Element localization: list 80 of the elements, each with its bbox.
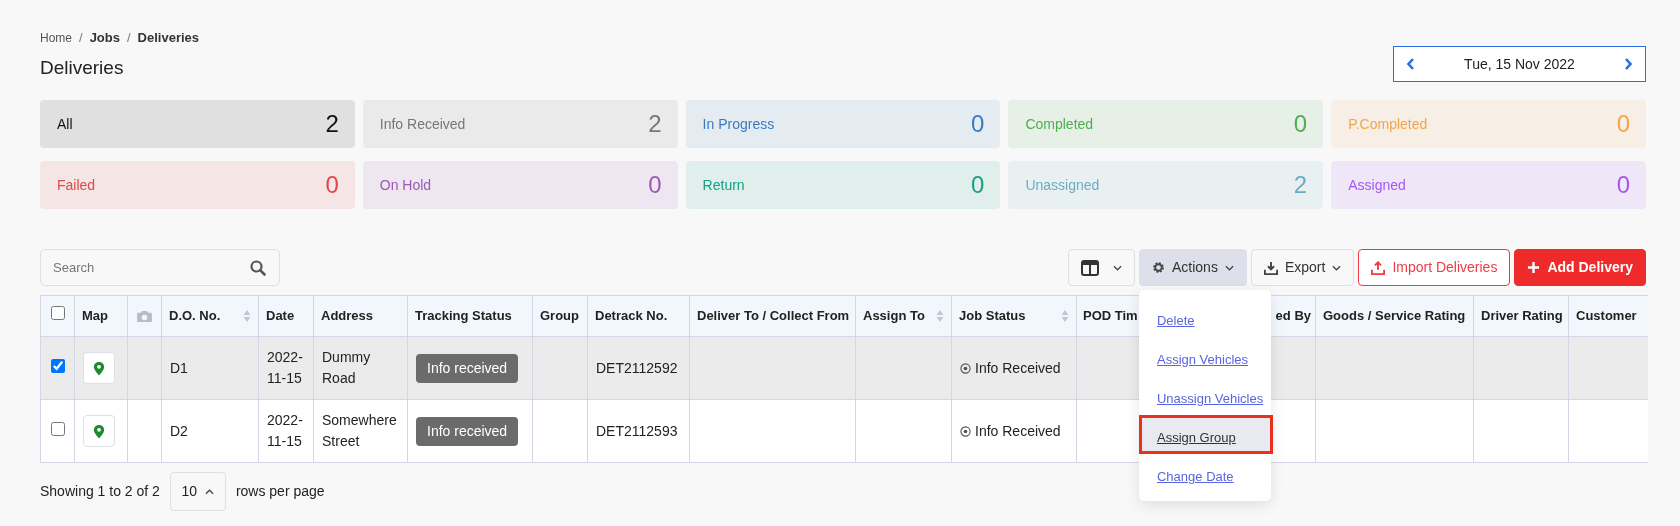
page-title: Deliveries bbox=[40, 55, 125, 80]
status-count: 0 bbox=[325, 173, 339, 197]
menu-item[interactable]: Assign Vehicles bbox=[1139, 337, 1273, 376]
job-status-text: Info Received bbox=[975, 421, 1061, 441]
status-label: Unassigned bbox=[1025, 175, 1100, 195]
columns-icon bbox=[1081, 259, 1099, 276]
status-label: Completed bbox=[1025, 114, 1094, 134]
caret-icon bbox=[1332, 264, 1342, 271]
status-label: Info Received bbox=[379, 114, 466, 134]
menu-item[interactable]: Change Date bbox=[1139, 454, 1273, 493]
breadcrumb-link[interactable]: Home bbox=[40, 28, 72, 47]
status-count: 2 bbox=[1293, 173, 1308, 197]
caret-icon bbox=[1224, 264, 1234, 271]
table-cell: Dummy Road bbox=[322, 349, 371, 386]
status-count: 2 bbox=[648, 112, 662, 136]
tracking-status-badge: Info received bbox=[416, 353, 519, 383]
map-button[interactable] bbox=[83, 352, 115, 384]
table-cell: D1 bbox=[170, 359, 188, 376]
column-header[interactable]: ed By bbox=[1275, 306, 1311, 326]
breadcrumb-link[interactable]: Jobs bbox=[89, 28, 120, 48]
actions-button[interactable]: Actions bbox=[1139, 249, 1247, 286]
status-count: 0 bbox=[1293, 112, 1308, 136]
tracking-status-badge: Info received bbox=[416, 416, 519, 446]
row-checkbox[interactable] bbox=[50, 421, 65, 436]
caret-icon bbox=[1113, 264, 1122, 271]
caret-icon bbox=[205, 488, 215, 495]
table-cell: D2 bbox=[170, 422, 188, 439]
gear-icon bbox=[1152, 261, 1165, 274]
table-cell: Somewhere Street bbox=[322, 412, 397, 449]
import-button[interactable]: Import Deliveries bbox=[1358, 249, 1511, 286]
status-count: 2 bbox=[325, 112, 339, 136]
date-label: Tue, 15 Nov 2022 bbox=[1464, 54, 1575, 74]
search-icon bbox=[250, 260, 266, 276]
table-cell: 2022-11-15 bbox=[267, 412, 303, 449]
menu-item[interactable]: Assign Group bbox=[1139, 415, 1273, 454]
download-icon bbox=[1263, 260, 1278, 275]
radio-dot-icon bbox=[960, 362, 971, 374]
export-button[interactable]: Export bbox=[1250, 249, 1355, 286]
rows-per-page-label: rows per page bbox=[235, 482, 325, 501]
status-label: On Hold bbox=[379, 175, 432, 195]
next-icon[interactable] bbox=[1623, 57, 1633, 71]
map-pin-icon bbox=[93, 360, 105, 376]
status-label: P.Completed bbox=[1348, 114, 1428, 134]
select-all-checkbox[interactable] bbox=[50, 306, 65, 321]
radio-dot-icon bbox=[960, 425, 971, 437]
camera-icon bbox=[136, 309, 153, 323]
status-count: 0 bbox=[1616, 173, 1630, 197]
status-count: 0 bbox=[971, 112, 985, 136]
status-label: In Progress bbox=[702, 114, 775, 134]
status-card[interactable]: On Hold 0 bbox=[362, 161, 678, 209]
search-field[interactable]: Search bbox=[40, 249, 280, 286]
table-cell: DET2112592 bbox=[596, 359, 678, 376]
menu-item[interactable]: Unassign Vehicles bbox=[1139, 376, 1273, 415]
status-count: 0 bbox=[648, 173, 662, 197]
menu-item[interactable]: Delete bbox=[1139, 298, 1273, 337]
map-button[interactable] bbox=[83, 415, 115, 447]
job-status-text: Info Received bbox=[975, 358, 1061, 378]
status-card[interactable]: All 2 bbox=[40, 100, 355, 148]
pagination-summary: Showing 1 to 2 of 2 bbox=[40, 482, 160, 501]
status-count: 0 bbox=[971, 173, 985, 197]
status-card[interactable]: In Progress 0 bbox=[685, 100, 1001, 148]
breadcrumb-separator: / bbox=[79, 29, 83, 47]
breadcrumb-link[interactable]: Deliveries bbox=[137, 28, 200, 48]
status-label: Failed bbox=[57, 175, 96, 195]
status-label: All bbox=[57, 114, 73, 134]
plus-icon bbox=[1527, 261, 1541, 274]
table-cell: 2022-11-15 bbox=[267, 349, 303, 386]
map-pin-icon bbox=[93, 423, 105, 439]
status-label: Assigned bbox=[1348, 175, 1406, 195]
page-size-select[interactable]: 10 bbox=[169, 472, 226, 511]
row-checkbox[interactable] bbox=[50, 358, 65, 373]
status-count: 0 bbox=[1616, 112, 1630, 136]
add-delivery-button[interactable]: Add Delivery bbox=[1514, 249, 1646, 286]
status-card[interactable]: Info Received 2 bbox=[362, 100, 678, 148]
table-cell: DET2112593 bbox=[596, 422, 678, 439]
upload-icon bbox=[1371, 260, 1386, 275]
breadcrumb-separator: / bbox=[127, 29, 131, 47]
status-label: Return bbox=[702, 175, 745, 195]
columns-button[interactable] bbox=[1068, 249, 1135, 286]
previous-icon[interactable] bbox=[1406, 57, 1416, 71]
